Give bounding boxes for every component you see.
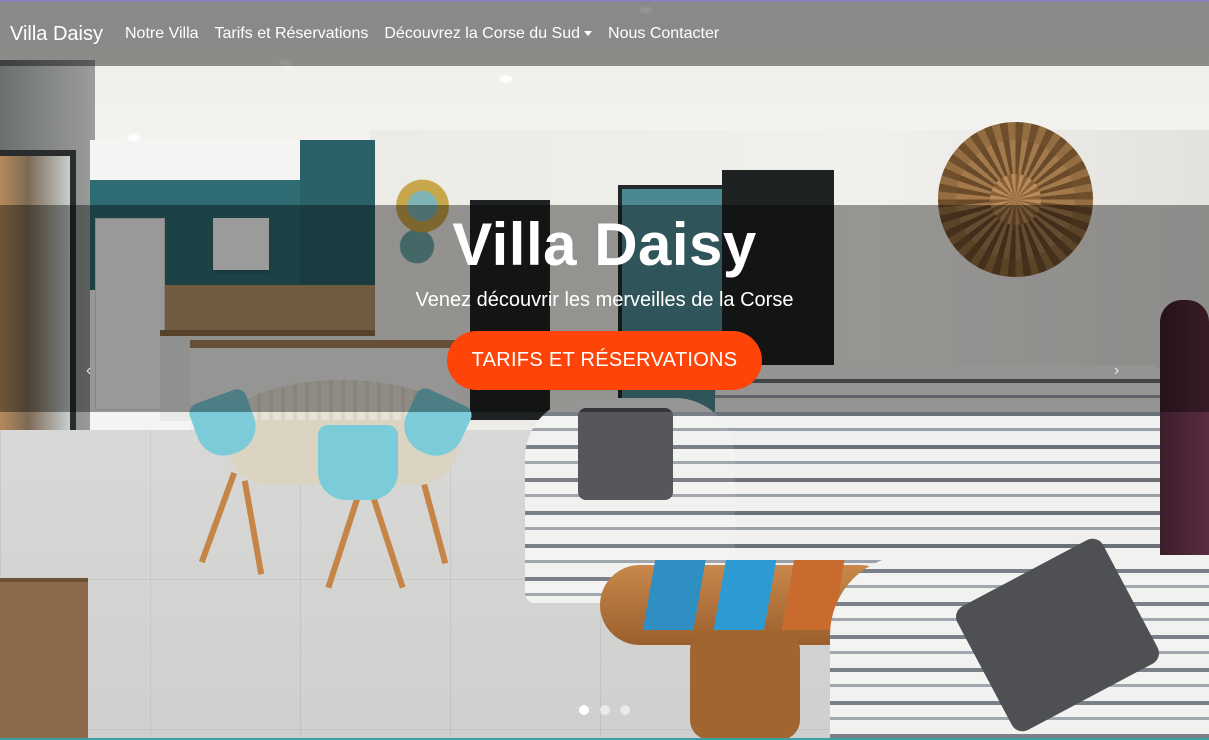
carousel-indicator-3[interactable]: [619, 705, 630, 715]
carousel-indicator-2[interactable]: [599, 705, 610, 715]
nav-nous-contacter[interactable]: Nous Contacter: [608, 25, 719, 43]
tarifs-reservations-button[interactable]: TARIFS ET RÉSERVATIONS: [446, 331, 763, 390]
dining-chair: [318, 425, 398, 500]
nav-decouvrez-dropdown[interactable]: Découvrez la Corse du Sud: [384, 25, 593, 43]
ceiling-light: [500, 76, 512, 82]
chevron-left-icon[interactable]: ‹: [86, 362, 91, 380]
brand-link[interactable]: Villa Daisy: [10, 23, 103, 46]
cushion: [578, 408, 673, 500]
hero-title: Villa Daisy: [452, 211, 757, 278]
caret-down-icon: [584, 31, 593, 37]
hero-caption: Villa Daisy Venez découvrir les merveill…: [0, 205, 1209, 390]
coffee-table-base: [690, 630, 800, 740]
carousel-indicator-1[interactable]: [579, 705, 590, 715]
ceiling-light: [128, 135, 140, 141]
nav-tarifs-reservations[interactable]: Tarifs et Réservations: [215, 25, 369, 43]
navbar: Villa Daisy Notre Villa Tarifs et Réserv…: [0, 0, 1209, 66]
carousel-indicators: [0, 702, 1209, 720]
chevron-right-icon[interactable]: ›: [1114, 362, 1119, 380]
hero-subtitle: Venez découvrir les merveilles de la Cor…: [415, 289, 794, 311]
nav-decouvrez-label: Découvrez la Corse du Sud: [384, 25, 581, 42]
nav-notre-villa[interactable]: Notre Villa: [125, 25, 199, 43]
